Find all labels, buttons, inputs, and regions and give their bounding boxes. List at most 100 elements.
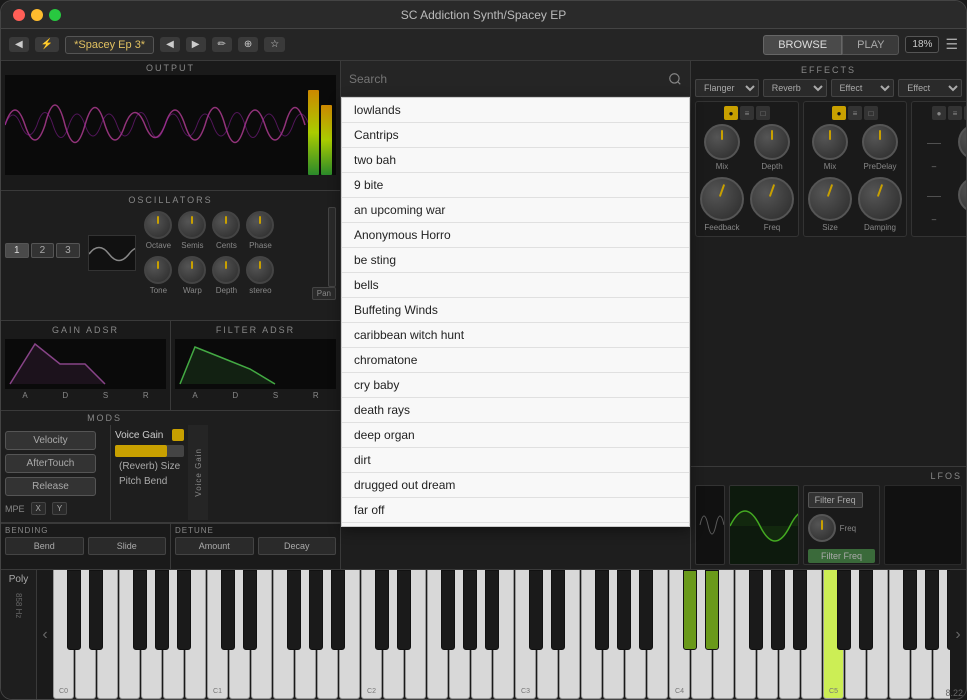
preset-item[interactable]: bells [342, 273, 689, 298]
effect-selector-flanger[interactable]: Flanger [695, 79, 759, 97]
x-button[interactable]: X [31, 502, 46, 515]
preset-item[interactable]: chromatone [342, 348, 689, 373]
preset-item[interactable]: an upcoming war [342, 198, 689, 223]
effect-selector-4[interactable]: Effect [898, 79, 962, 97]
zoom-button[interactable]: ⊕ [238, 37, 258, 52]
black-key-8[interactable] [155, 570, 169, 650]
black-key-37[interactable] [529, 570, 543, 650]
preset-item[interactable]: two bah [342, 148, 689, 173]
depth-knob[interactable] [212, 256, 240, 284]
black-key-39[interactable] [551, 570, 565, 650]
tone-knob[interactable] [144, 256, 172, 284]
black-key-6[interactable] [133, 570, 147, 650]
osc-tab-2[interactable]: 2 [31, 243, 55, 258]
black-key-32[interactable] [463, 570, 477, 650]
black-key-68[interactable] [925, 570, 939, 650]
flanger-depth-knob[interactable] [754, 124, 790, 160]
lightning-button[interactable]: ⚡ [35, 37, 59, 52]
volume-slider[interactable] [328, 207, 336, 287]
piano-right-arrow[interactable]: › [950, 570, 966, 699]
black-key-46[interactable] [639, 570, 653, 650]
flanger-icon-2[interactable]: □ [756, 106, 770, 120]
cents-knob[interactable] [212, 211, 240, 239]
velocity-button[interactable]: Velocity [5, 431, 96, 450]
osc-tab-1[interactable]: 1 [5, 243, 29, 258]
y-button[interactable]: Y [52, 502, 67, 515]
black-key-1[interactable] [67, 570, 81, 650]
black-key-54[interactable] [749, 570, 763, 650]
flanger-mix-knob[interactable] [704, 124, 740, 160]
black-key-13[interactable] [221, 570, 235, 650]
preset-item[interactable]: drugged out dream [342, 473, 689, 498]
effect3-icon-1[interactable]: ● [932, 106, 946, 120]
play-button[interactable]: PLAY [842, 35, 899, 55]
search-input[interactable] [349, 72, 662, 86]
reverb-damping-knob[interactable] [858, 177, 902, 221]
piano-left-arrow[interactable]: ‹ [37, 570, 53, 699]
preset-item[interactable]: deep organ [342, 423, 689, 448]
menu-button[interactable]: ☰ [945, 36, 958, 53]
flanger-freq-knob[interactable] [750, 177, 794, 221]
semis-knob[interactable] [178, 211, 206, 239]
lfo-filter-freq-target[interactable]: Filter Freq [808, 549, 876, 563]
preset-item[interactable]: Buffeting Winds [342, 298, 689, 323]
effect-selector-3[interactable]: Effect [831, 79, 895, 97]
minimize-button[interactable] [31, 9, 43, 21]
reverb-icon-2[interactable]: □ [864, 106, 878, 120]
lfo-filter-freq-button[interactable]: Filter Freq [808, 492, 863, 508]
preset-name[interactable]: *Spacey Ep 3* [65, 36, 154, 54]
preset-item[interactable]: lowlands [342, 98, 689, 123]
black-key-18[interactable] [287, 570, 301, 650]
black-key-42[interactable] [595, 570, 609, 650]
close-button[interactable] [13, 9, 25, 21]
effect3-icon-2[interactable]: ≡ [948, 106, 962, 120]
black-key-25[interactable] [375, 570, 389, 650]
edit-button[interactable]: ✏ [212, 37, 232, 52]
lfo-freq-knob[interactable] [808, 514, 836, 542]
black-key-20[interactable] [309, 570, 323, 650]
star-button[interactable]: ☆ [264, 37, 285, 52]
osc-tab-3[interactable]: 3 [56, 243, 80, 258]
reverb-mix-knob[interactable] [812, 124, 848, 160]
preset-item[interactable]: Anonymous Horro [342, 223, 689, 248]
black-key-22[interactable] [331, 570, 345, 650]
black-key-63[interactable] [859, 570, 873, 650]
reverb-size-knob[interactable] [808, 177, 852, 221]
reverb-predelay-knob[interactable] [862, 124, 898, 160]
back-button[interactable]: ◀ [9, 37, 29, 52]
effect3-knob-4[interactable] [958, 177, 966, 213]
flanger-icon-1[interactable]: ≡ [740, 106, 754, 120]
black-key-49[interactable] [683, 570, 697, 650]
black-key-70[interactable] [947, 570, 950, 650]
flanger-power-icon[interactable]: ● [724, 106, 738, 120]
black-key-51[interactable] [705, 570, 719, 650]
next-preset-button[interactable]: ▶ [186, 37, 206, 52]
effect-selector-reverb[interactable]: Reverb [763, 79, 827, 97]
black-key-58[interactable] [793, 570, 807, 650]
reverb-power-icon[interactable]: ● [832, 106, 846, 120]
voice-gain-bar[interactable] [115, 445, 184, 457]
preset-item[interactable]: 9 bite [342, 173, 689, 198]
black-key-56[interactable] [771, 570, 785, 650]
reverb-size-item[interactable]: (Reverb) Size [115, 459, 184, 474]
black-key-30[interactable] [441, 570, 455, 650]
black-key-3[interactable] [89, 570, 103, 650]
warp-knob[interactable] [178, 256, 206, 284]
black-key-27[interactable] [397, 570, 411, 650]
preset-item[interactable]: dirt [342, 448, 689, 473]
effect3-icon-3[interactable]: □ [964, 106, 966, 120]
amount-button[interactable]: Amount [175, 537, 254, 555]
preset-item[interactable]: far off [342, 498, 689, 523]
pitch-bend-item[interactable]: Pitch Bend [115, 474, 184, 489]
aftertouch-button[interactable]: AfterTouch [5, 454, 96, 473]
preset-item[interactable]: cry baby [342, 373, 689, 398]
black-key-10[interactable] [177, 570, 191, 650]
preset-item[interactable]: FireFly [342, 523, 689, 527]
maximize-button[interactable] [49, 9, 61, 21]
octave-knob[interactable] [144, 211, 172, 239]
effect3-knob-2[interactable] [958, 124, 966, 160]
reverb-icon-1[interactable]: ≡ [848, 106, 862, 120]
phase-knob[interactable] [246, 211, 274, 239]
preset-item[interactable]: Cantrips [342, 123, 689, 148]
black-key-15[interactable] [243, 570, 257, 650]
